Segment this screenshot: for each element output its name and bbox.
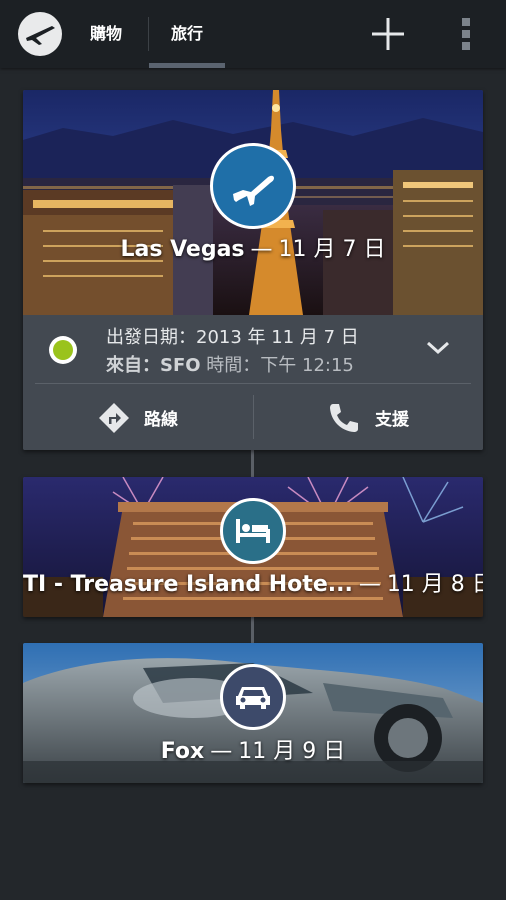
bed-icon <box>236 519 270 543</box>
action-bar: 購物 旅行 <box>0 0 506 68</box>
trip-card-flight[interactable]: Las Vegas —11 月 7 日 出發日期：2013 年 11 月 7 日 … <box>23 90 483 450</box>
chevron-down-icon <box>426 341 450 355</box>
trip-card-hotel[interactable]: TI - Treasure Island Hote... —11 月 8 日 <box>23 477 483 617</box>
divider <box>35 383 471 384</box>
plus-icon <box>372 18 404 50</box>
tab-selected-indicator <box>149 63 225 68</box>
flight-hero-image[interactable]: Las Vegas —11 月 7 日 <box>23 90 483 315</box>
car-hero-image[interactable]: Fox —11 月 9 日 <box>23 643 483 783</box>
flight-details-panel: 出發日期：2013 年 11 月 7 日 來自：SFO 時間：下午 12:15 … <box>23 315 483 450</box>
trip-title: TI - Treasure Island Hote... —11 月 8 日 <box>23 572 483 597</box>
app-logo[interactable] <box>18 12 62 56</box>
hotel-badge <box>220 498 286 564</box>
directions-button[interactable]: 路線 <box>23 385 253 450</box>
phone-icon <box>330 403 358 432</box>
departure-origin-time: 來自：SFO 時間：下午 12:15 <box>106 355 354 376</box>
flight-badge <box>210 143 296 229</box>
airplane-icon <box>233 175 274 206</box>
support-label: 支援 <box>375 410 409 430</box>
tab-shopping[interactable]: 購物 <box>90 0 122 68</box>
car-icon <box>236 687 270 709</box>
overflow-menu-button[interactable] <box>456 14 476 54</box>
status-indicator <box>49 336 77 364</box>
overflow-menu-icon <box>462 18 470 50</box>
trip-title: Fox —11 月 9 日 <box>160 739 346 764</box>
expand-button[interactable] <box>425 335 451 361</box>
departure-date: 出發日期：2013 年 11 月 7 日 <box>106 327 359 348</box>
trip-title: Las Vegas —11 月 7 日 <box>120 237 386 262</box>
directions-icon <box>99 402 129 433</box>
support-button[interactable]: 支援 <box>253 385 483 450</box>
timeline-connector <box>251 450 254 478</box>
add-button[interactable] <box>368 14 408 54</box>
directions-label: 路線 <box>144 410 178 430</box>
plane-globe-icon <box>23 17 57 51</box>
hotel-hero-image[interactable]: TI - Treasure Island Hote... —11 月 8 日 <box>23 477 483 617</box>
timeline-connector <box>251 617 254 643</box>
trip-card-car[interactable]: Fox —11 月 9 日 <box>23 643 483 783</box>
tab-travel[interactable]: 旅行 <box>149 0 225 68</box>
car-badge <box>220 664 286 730</box>
